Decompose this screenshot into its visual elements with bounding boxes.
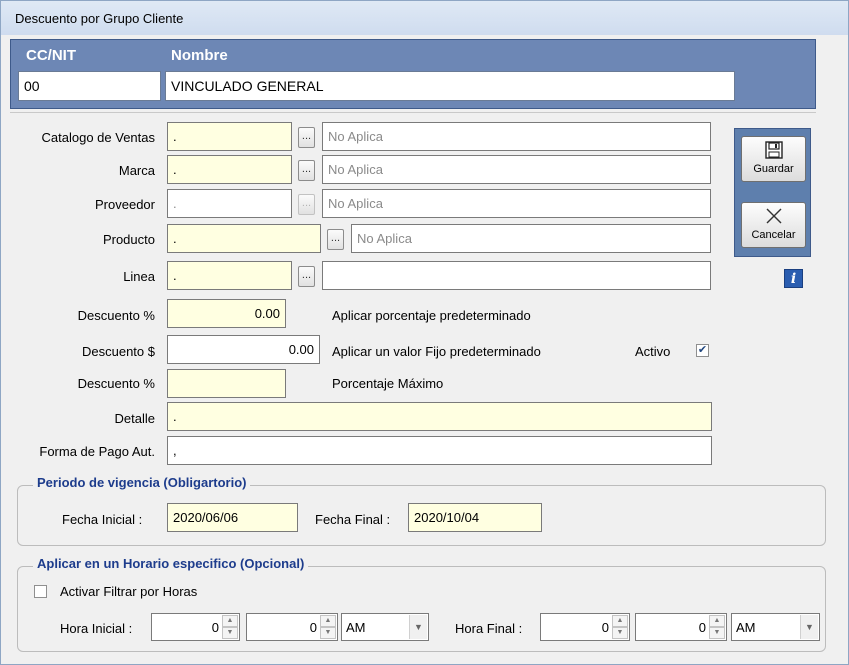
marca-code-input[interactable]: .: [167, 155, 292, 184]
marca-desc-field: No Aplica: [322, 155, 711, 184]
detalle-label: Detalle: [114, 411, 155, 426]
hora-final-hour-spinner[interactable]: 0 ▲ ▼: [540, 613, 630, 641]
marca-browse-button[interactable]: ...: [298, 160, 315, 181]
spin-up-icon[interactable]: ▲: [222, 615, 238, 627]
save-label: Guardar: [753, 163, 794, 175]
proveedor-browse-button[interactable]: ...: [298, 194, 315, 215]
vigencia-title: Periodo de vigencia (Obligartorio): [33, 475, 251, 490]
descuento-pct-label: Descuento %: [77, 308, 155, 323]
spin-up-icon[interactable]: ▲: [709, 615, 725, 627]
linea-label: Linea: [123, 269, 155, 284]
spin-down-icon[interactable]: ▼: [612, 627, 628, 639]
hora-final-minute-spinner[interactable]: 0 ▲ ▼: [635, 613, 727, 641]
catalogo-code-input[interactable]: .: [167, 122, 292, 151]
proveedor-label: Proveedor: [95, 197, 155, 212]
descuento-max-label: Descuento %: [77, 376, 155, 391]
spin-up-icon[interactable]: ▲: [612, 615, 628, 627]
catalogo-browse-button[interactable]: ...: [298, 127, 315, 148]
descuento-valor-input[interactable]: 0.00: [167, 335, 320, 364]
window-title: Descuento por Grupo Cliente: [15, 11, 184, 26]
hora-final-minute-value: 0: [698, 620, 706, 635]
spin-up-icon[interactable]: ▲: [320, 615, 336, 627]
catalogo-label: Catalogo de Ventas: [41, 130, 155, 145]
fecha-inicial-input[interactable]: 2020/06/06: [167, 503, 298, 532]
spin-down-icon[interactable]: ▼: [320, 627, 336, 639]
nombre-header: Nombre: [171, 47, 228, 64]
catalogo-desc-field: No Aplica: [322, 122, 711, 151]
info-icon[interactable]: i: [784, 269, 803, 288]
producto-label: Producto: [102, 232, 155, 247]
proveedor-code-input[interactable]: .: [167, 189, 292, 218]
hora-inicial-ampm-value: AM: [346, 620, 366, 635]
forma-pago-input[interactable]: ,: [167, 436, 712, 465]
hora-inicial-label: Hora Inicial :: [60, 621, 133, 636]
fecha-final-label: Fecha Final :: [315, 512, 391, 527]
activo-checkbox[interactable]: ✔: [696, 344, 709, 357]
hora-inicial-hour-spinner[interactable]: 0 ▲ ▼: [151, 613, 240, 641]
cancel-label: Cancelar: [751, 229, 796, 241]
descuento-pct-note: Aplicar porcentaje predeterminado: [332, 308, 531, 323]
discount-window: Descuento por Grupo Cliente CC/NIT Nombr…: [0, 0, 849, 665]
hora-inicial-ampm-select[interactable]: AM ▼: [341, 613, 429, 641]
descuento-valor-label: Descuento $: [82, 344, 155, 359]
nombre-field[interactable]: VINCULADO GENERAL: [165, 71, 735, 101]
fecha-final-input[interactable]: 2020/10/04: [408, 503, 542, 532]
horario-title: Aplicar en un Horario especifico (Opcion…: [33, 556, 309, 571]
hora-final-ampm-select[interactable]: AM ▼: [731, 613, 820, 641]
chevron-down-icon[interactable]: ▼: [409, 615, 427, 639]
close-icon: [742, 203, 805, 229]
floppy-disk-icon: [742, 137, 805, 163]
spin-down-icon[interactable]: ▼: [222, 627, 238, 639]
descuento-max-note: Porcentaje Máximo: [332, 376, 444, 391]
hora-inicial-minute-spinner[interactable]: 0 ▲ ▼: [246, 613, 338, 641]
proveedor-desc-field: No Aplica: [322, 189, 711, 218]
forma-pago-label: Forma de Pago Aut.: [39, 444, 155, 459]
header-divider: [10, 112, 816, 113]
producto-code-input[interactable]: .: [167, 224, 321, 253]
producto-desc-field: No Aplica: [351, 224, 711, 253]
save-button[interactable]: Guardar: [741, 136, 806, 182]
hora-final-label: Hora Final :: [455, 621, 523, 636]
fecha-inicial-label: Fecha Inicial :: [62, 512, 143, 527]
spin-down-icon[interactable]: ▼: [709, 627, 725, 639]
detalle-input[interactable]: .: [167, 402, 712, 431]
filter-hours-checkbox[interactable]: [34, 585, 47, 598]
filter-hours-label: Activar Filtrar por Horas: [60, 584, 198, 599]
activo-label: Activo: [635, 344, 671, 359]
descuento-pct-input[interactable]: 0.00: [167, 299, 286, 328]
producto-browse-button[interactable]: ...: [327, 229, 344, 250]
title-bar: Descuento por Grupo Cliente: [1, 1, 848, 35]
hora-inicial-hour-value: 0: [211, 620, 219, 635]
linea-code-input[interactable]: .: [167, 261, 292, 290]
hora-inicial-minute-value: 0: [309, 620, 317, 635]
chevron-down-icon[interactable]: ▼: [800, 615, 818, 639]
client-header-panel: CC/NIT Nombre 00 VINCULADO GENERAL: [10, 39, 816, 109]
ccnit-field[interactable]: 00: [18, 71, 161, 101]
descuento-max-input[interactable]: [167, 369, 286, 398]
hora-final-hour-value: 0: [601, 620, 609, 635]
action-toolbar: Guardar Cancelar: [734, 128, 811, 257]
linea-desc-field: [322, 261, 711, 290]
ccnit-header: CC/NIT: [26, 47, 76, 64]
marca-label: Marca: [118, 163, 155, 178]
descuento-valor-note: Aplicar un valor Fijo predeterminado: [332, 344, 541, 359]
hora-final-ampm-value: AM: [736, 620, 756, 635]
linea-browse-button[interactable]: ...: [298, 266, 315, 287]
cancel-button[interactable]: Cancelar: [741, 202, 806, 248]
